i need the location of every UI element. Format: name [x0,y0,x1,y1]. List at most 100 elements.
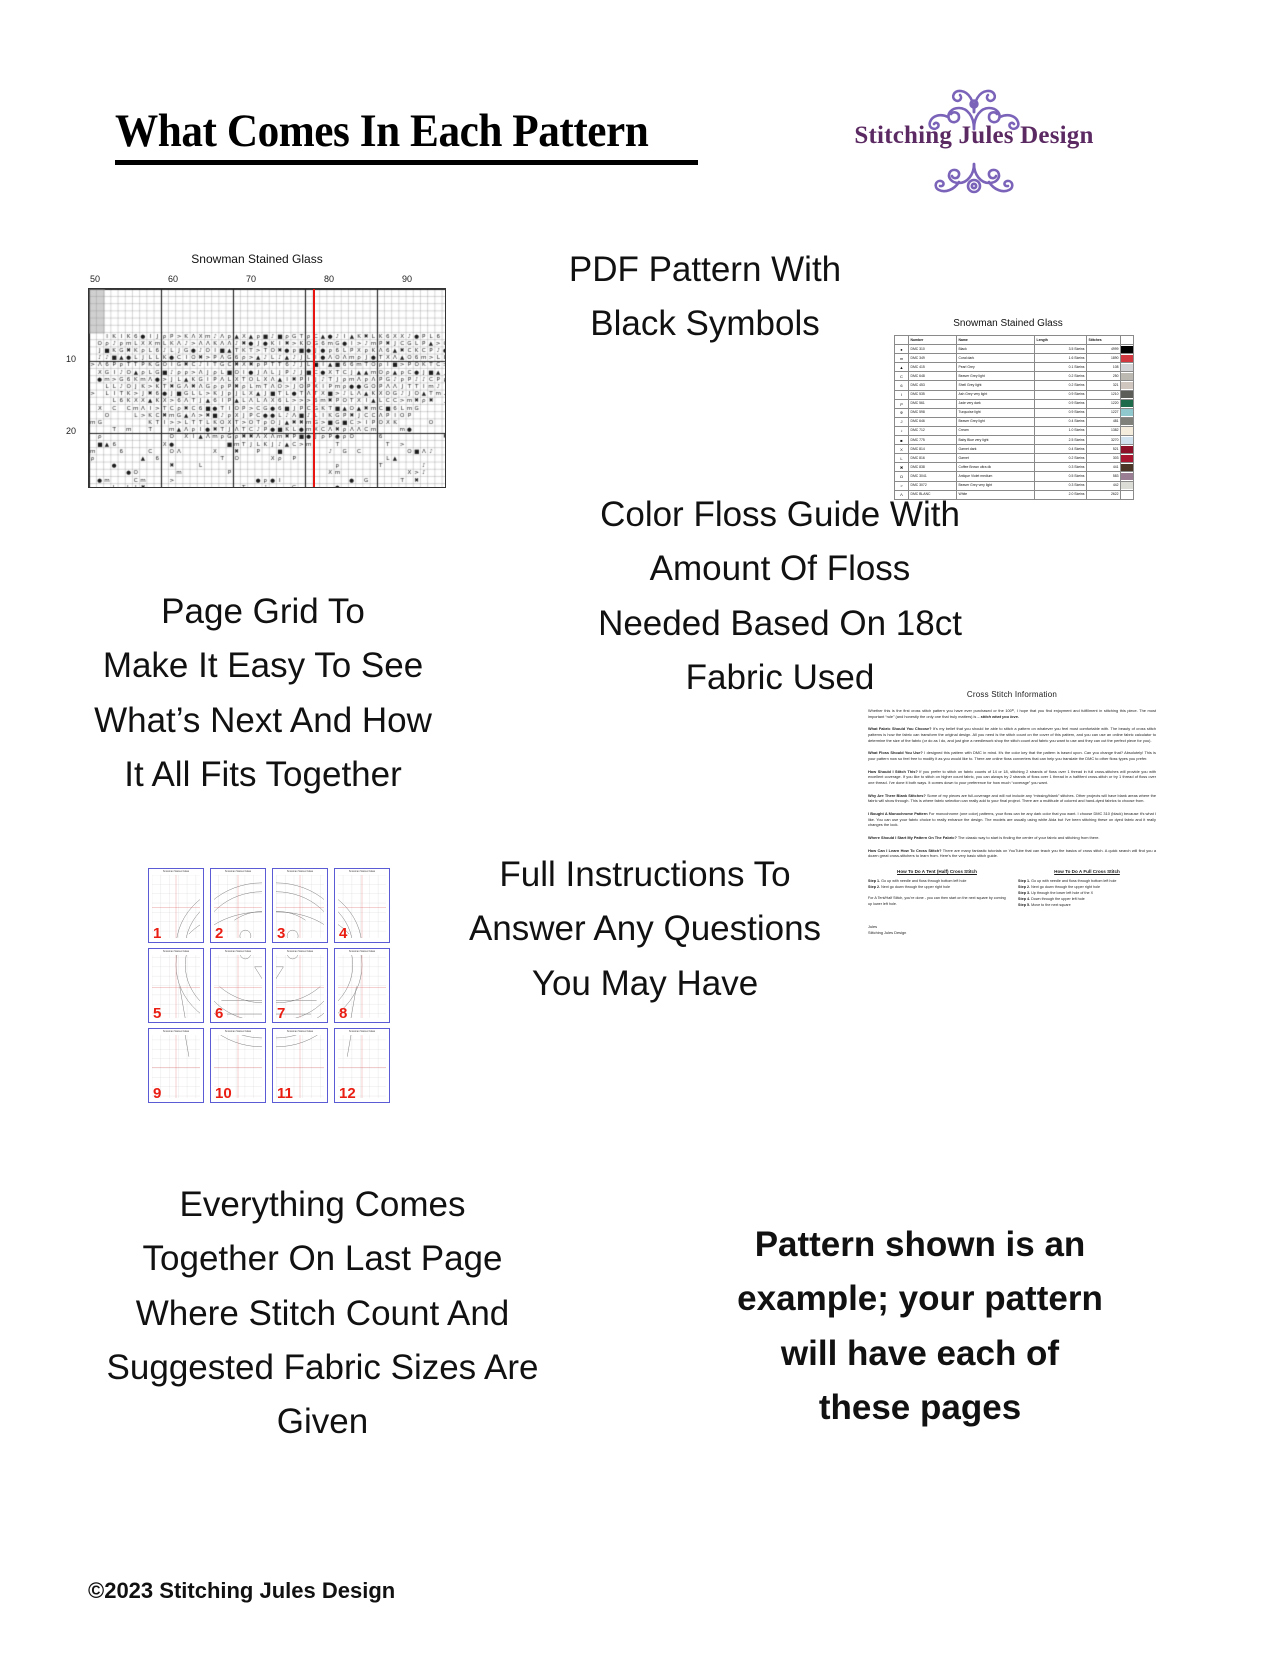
table-row: Ω DMC 3041 Antique Violet medium 0.5 Skeins… [894,471,1134,482]
title-underline [115,160,698,165]
instructions-section-heading: How Can I Learn How To Cross Stitch? [868,847,942,853]
thumbnail-page-number: 12 [339,1085,356,1102]
floss-col-header [894,334,909,346]
floss-length: 0.4 Skeins [1034,444,1087,455]
floss-name: Turquoise light [956,407,1035,418]
floss-name: Coral dark [956,353,1035,364]
thumbnail-page-number: 6 [215,1005,224,1022]
instructions-section: What Floss Should You Use? I designed th… [868,750,1156,761]
floss-number: DMC 814 [908,444,957,455]
flourish-bottom-icon [848,162,1100,206]
table-row: ● DMC 310 Black 3.5 Skeins 4999 [894,344,1134,355]
floss-name: Baby Blue very light [956,435,1035,446]
chart-row-labels: 10 20 [62,286,90,486]
floss-col-header: Name [956,334,1035,346]
floss-number: DMC 598 [908,407,957,418]
chart-col-label: 70 [246,274,257,284]
table-row: Φ DMC 598 Turquoise light 0.9 Skeins 1227 [894,407,1134,418]
chart-column-labels: 50 60 70 80 90 [62,274,452,286]
floss-symbol: ● [894,344,909,355]
page-thumbnail: Snowman Stained Glass 9 [148,1028,204,1103]
thumbnail-page-number: 1 [153,925,162,942]
floss-length: 3.5 Skeins [1034,344,1087,355]
floss-number: DMC 775 [908,435,957,446]
floss-length: 0.2 Skeins [1034,453,1087,464]
floss-name: Jade very dark [956,398,1035,409]
floss-stitches: 303 [1086,453,1121,464]
floss-symbol: m [894,353,909,364]
floss-color-swatch [1120,398,1134,409]
floss-color-swatch [1120,407,1134,418]
table-row: J DMC 646 Beaver Grey light 0.4 Skeins 481 [894,416,1134,427]
floss-length: 1.6 Skeins [1034,353,1087,364]
floss-length: 2.5 Skeins [1034,435,1087,446]
table-row: I DMC 535 Ash Grey very light 0.9 Skeins 121… [894,389,1134,400]
floss-stitches: 321 [1086,380,1121,391]
caption-floss-guide: Color Floss Guide With Amount Of Floss Nee… [598,495,962,697]
floss-name: Ash Grey very light [956,389,1035,400]
thumbnail-page-number: 8 [339,1005,348,1022]
thumbnail-page-number: 9 [153,1085,162,1102]
floss-symbol: ▲ [894,362,909,373]
floss-color-swatch [1120,389,1134,400]
floss-length: 0.9 Skeins [1034,398,1087,409]
chart-row-label: 20 [66,426,77,436]
caption-instructions: Full Instructions To Answer Any Questions… [468,855,822,1003]
brand-logo: Stitching Jules Design [848,78,1100,200]
thumbnail-page-number: 3 [277,925,286,942]
floss-symbol: C [894,371,909,382]
floss-symbol: L [894,453,909,464]
page-thumbnail: Snowman Stained Glass 5 [148,948,204,1023]
thumbnail-page-number: 7 [277,1005,286,1022]
floss-stitches: 4999 [1086,344,1121,355]
floss-length: 0.9 Skeins [1034,389,1087,400]
chart-row-label: 10 [66,354,77,364]
table-row: X DMC 814 Garnet dark 0.4 Skeins 521 [894,444,1134,455]
floss-number: DMC 535 [908,389,957,400]
instructions-section: How Can I Learn How To Cross Stitch? The… [868,848,1156,859]
floss-name: Coffee Brown ultra dk [956,462,1035,473]
floss-symbol: J [894,416,909,427]
page-thumbnail: Snowman Stained Glass 4 [334,868,390,943]
floss-number: DMC 349 [908,353,957,364]
floss-stitches: 442 [1086,480,1121,491]
floss-color-swatch [1120,471,1134,482]
floss-stitches: 1382 [1086,425,1121,437]
instructions-intro: Whether this is the first cross stitch p… [868,708,1156,719]
chart-col-label: 90 [402,274,413,284]
table-row: m DMC 349 Coral dark 1.6 Skeins 1890 [894,353,1134,364]
instructions-section-heading: I Bought A Monochrome Pattern [868,810,928,816]
page-thumbnail: Snowman Stained Glass 7 [272,948,328,1023]
floss-name: Garnet [956,453,1035,464]
floss-col-header [1120,334,1134,346]
floss-number: DMC 453 [908,380,957,391]
instructions-section: Where Should I Start My Pattern On The F… [868,835,1156,841]
floss-color-swatch [1120,453,1134,464]
stitch-guides: How To Do A Tent (Half) Cross Stitch Ste… [868,869,1156,909]
instructions-section-heading: What Floss Should You Use? [868,750,923,756]
floss-symbol: X [894,444,909,455]
table-row: ρ DMC 561 Jade very dark 0.9 Skeins 1220 [894,398,1134,409]
floss-length: 0.2 Skeins [1034,380,1087,391]
instructions-sheet-preview: Cross Stitch Information Whether this is… [868,690,1156,1110]
floss-symbol: ρ [894,398,909,409]
floss-length: 2.0 Skeins [1034,489,1087,500]
floss-stitches: 250 [1086,371,1121,382]
floss-stitches: 1220 [1086,398,1121,409]
thumbnail-title: Snowman Stained Glass [162,1030,190,1033]
floss-symbol: Ω [894,471,909,482]
caption-pdf-pattern: PDF Pattern With Black Symbols [568,250,842,344]
floss-color-swatch [1120,462,1134,473]
floss-number: DMC 816 [908,453,957,464]
copyright-notice: ©2023 Stitching Jules Design [88,1578,396,1603]
floss-name: Black [956,344,1035,355]
floss-number: DMC 3041 [908,471,957,482]
floss-length: 0.3 Skeins [1034,480,1087,491]
table-row: ■ DMC 775 Baby Blue very light 2.5 Skeins 32… [894,435,1134,446]
floss-length: 1.0 Skeins [1034,425,1087,437]
table-row: ▲ DMC 415 Pearl Grey 0.1 Skeins 108 [894,362,1134,373]
floss-col-header: Number [908,334,957,346]
pattern-info-page: What Comes In Each Pattern Stitching Jul… [0,0,1280,1657]
floss-stitches: 1890 [1086,353,1121,364]
floss-color-swatch [1120,362,1134,373]
